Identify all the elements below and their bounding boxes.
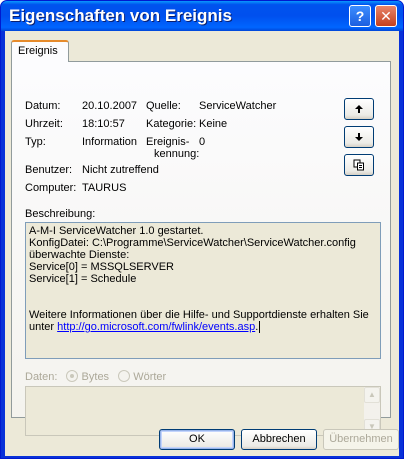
copy-icon (353, 159, 364, 171)
radio-words-label: Wörter (133, 371, 167, 383)
benutzer-value: Nicht zutreffend (82, 164, 159, 176)
close-button[interactable]: ✕ (375, 5, 397, 27)
text-cursor: ​ (259, 321, 261, 333)
ereigniskennung-label-line1: Ereignis- (146, 136, 190, 148)
description-line: KonfigDatei: C:\Programme\ServiceWatcher… (29, 237, 356, 249)
tab-ereignis[interactable]: Ereignis (11, 40, 69, 62)
beschreibung-label: Beschreibung: (25, 208, 96, 220)
kategorie-value: Keine (199, 118, 228, 130)
description-line: Service[0] = MSSQLSERVER (29, 261, 174, 273)
arrow-down-icon (355, 133, 363, 141)
ok-label: OK (189, 433, 205, 445)
computer-value: TAURUS (82, 182, 127, 194)
data-scrollbar[interactable]: ▲ ▼ (364, 387, 380, 435)
description-line: Service[1] = Schedule (29, 273, 137, 285)
description-textbox[interactable]: A-M-I ServiceWatcher 1.0 gestartet. Konfi… (25, 222, 381, 359)
scroll-up-icon[interactable]: ▲ (364, 387, 380, 403)
arrow-up-icon (355, 105, 363, 113)
tab-panel: Datum: 20.10.2007 Quelle: ServiceWatcher… (11, 61, 391, 436)
help-link[interactable]: http://go.microsoft.com/fwlink/events.as… (57, 321, 255, 333)
typ-label: Typ: (25, 136, 46, 148)
description-line: Weitere Informationen über die Hilfe- un… (29, 309, 369, 321)
quelle-value: ServiceWatcher (199, 100, 277, 112)
datum-label: Datum: (25, 100, 61, 112)
computer-label: Computer: (25, 182, 77, 194)
description-line: überwachte Dienste: (29, 249, 130, 261)
uhrzeit-label: Uhrzeit: (25, 118, 63, 130)
ereigniskennung-value: 0 (199, 136, 206, 148)
radio-words[interactable]: Wörter (118, 370, 167, 383)
dialog-client-area: Ereignis Datum: 20.10.2007 Quelle: Servi… (5, 31, 399, 456)
cancel-label: Abbrechen (252, 433, 306, 445)
tab-label: Ereignis (18, 45, 58, 57)
typ-value: Information (82, 136, 138, 148)
help-button[interactable]: ? (349, 5, 371, 27)
dialog-window: Eigenschaften von Ereignis ? ✕ Ereignis … (0, 0, 404, 459)
data-options: Daten: Bytes Wörter (25, 370, 166, 383)
description-line (29, 285, 377, 297)
radio-words-indicator (118, 370, 131, 382)
title-bar[interactable]: Eigenschaften von Ereignis ? ✕ (1, 1, 403, 31)
ereigniskennung-label-line2: kennung: (154, 148, 200, 160)
cancel-button[interactable]: Abbrechen (241, 429, 317, 450)
datum-value: 20.10.2007 (82, 100, 138, 112)
apply-button[interactable]: Übernehmen (323, 429, 399, 450)
radio-bytes-indicator (66, 370, 79, 382)
link-suffix: . (255, 321, 259, 333)
description-link-line: unter http://go.microsoft.com/fwlink/eve… (29, 321, 377, 333)
next-event-button[interactable] (344, 126, 374, 148)
description-line (29, 297, 377, 309)
radio-bytes[interactable]: Bytes (66, 370, 110, 383)
link-prefix: unter (29, 321, 58, 333)
kategorie-label: Kategorie: (146, 118, 197, 130)
radio-bytes-label: Bytes (81, 371, 110, 383)
benutzer-label: Benutzer: (25, 164, 73, 176)
quelle-label: Quelle: (146, 100, 181, 112)
previous-event-button[interactable] (344, 98, 374, 120)
ok-button[interactable]: OK (159, 429, 235, 450)
description-line: A-M-I ServiceWatcher 1.0 gestartet. (29, 225, 204, 237)
daten-label: Daten: (25, 371, 58, 383)
copy-to-clipboard-button[interactable] (344, 154, 374, 176)
window-title: Eigenschaften von Ereignis (9, 6, 232, 25)
help-icon: ? (355, 8, 365, 24)
close-icon: ✕ (380, 8, 392, 24)
apply-label: Übernehmen (329, 433, 393, 445)
uhrzeit-value: 18:10:57 (82, 118, 125, 130)
